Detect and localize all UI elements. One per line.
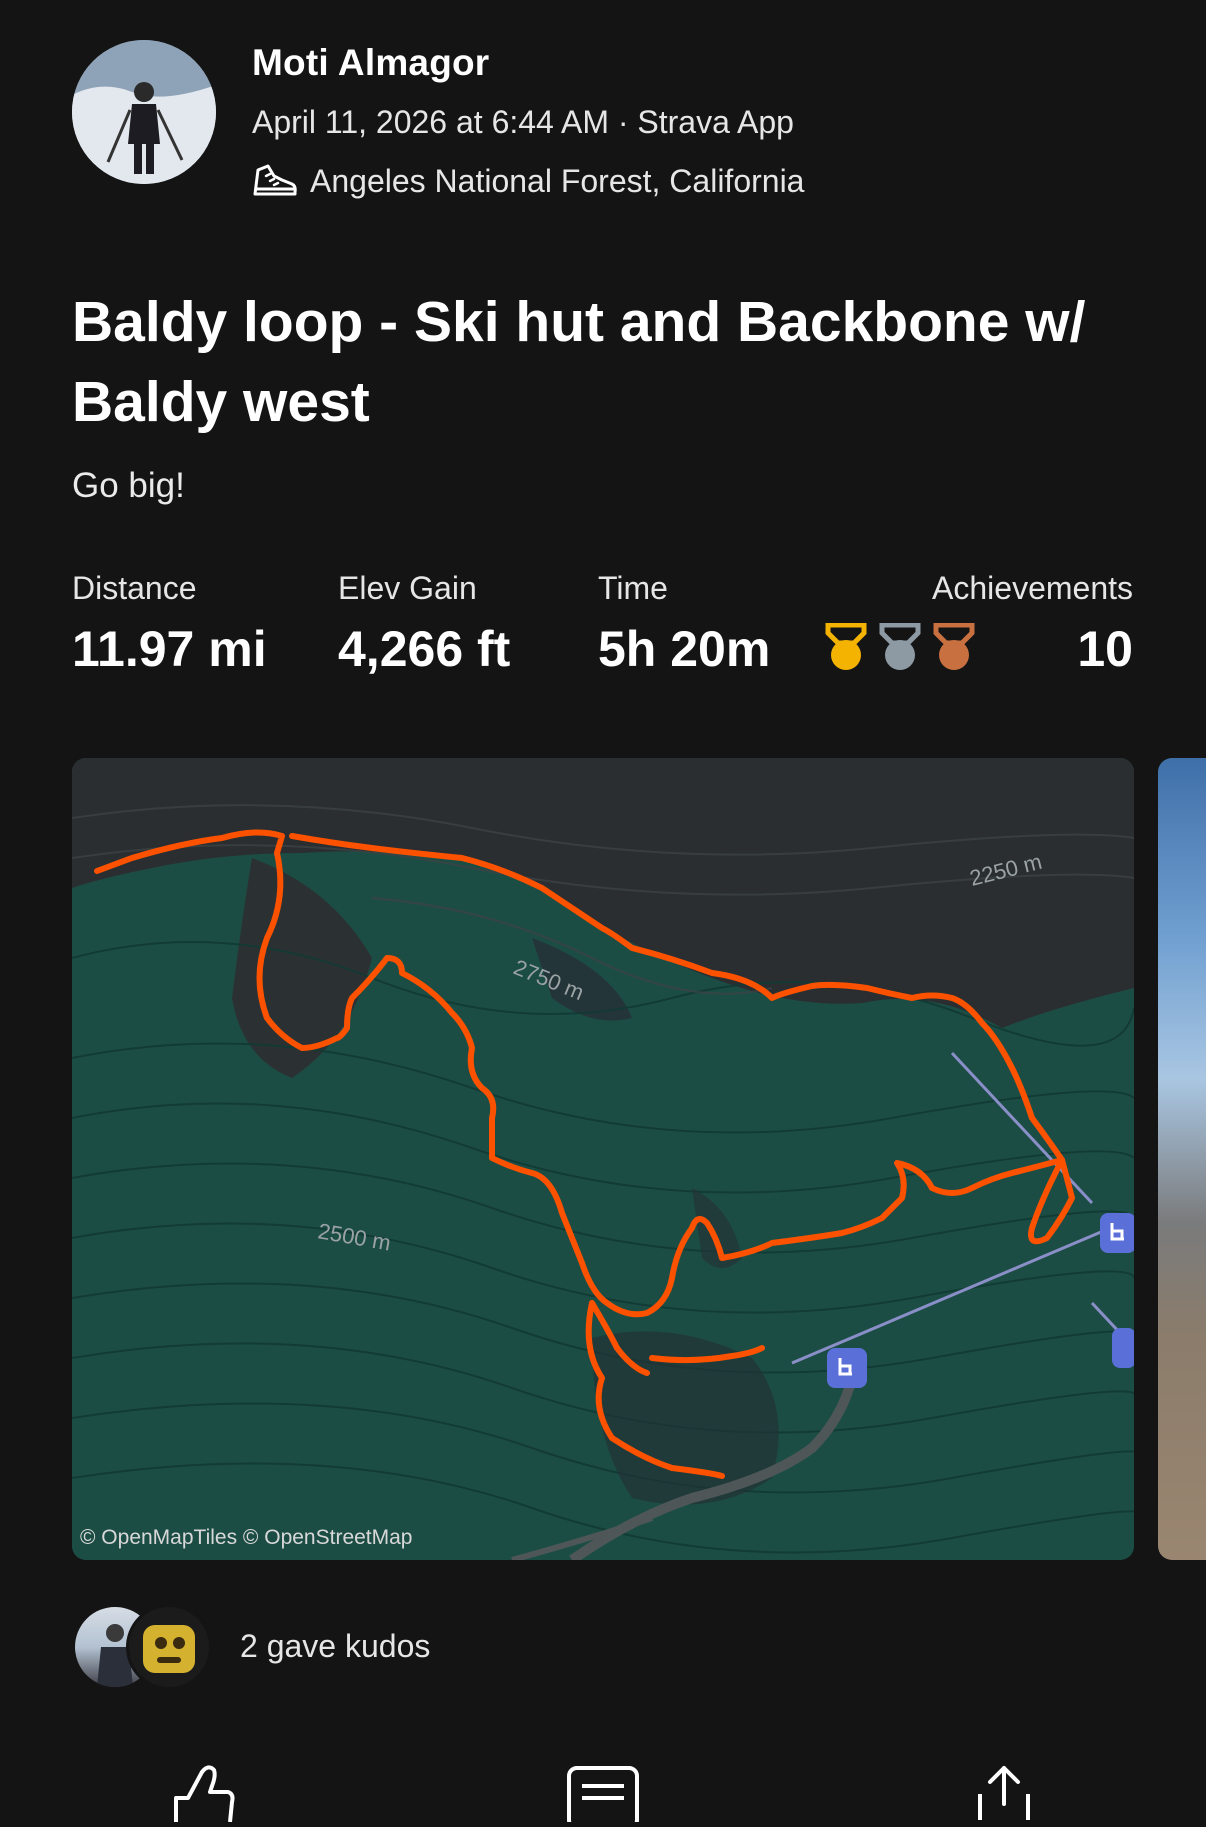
- location-row: Angeles National Forest, California: [252, 160, 804, 202]
- activity-description: Go big!: [72, 466, 185, 505]
- avatar-photo: [72, 40, 216, 184]
- share-icon: [978, 1766, 1030, 1826]
- share-button[interactable]: [972, 1764, 1036, 1826]
- kudos-button[interactable]: [168, 1762, 238, 1827]
- bronze-medal-icon: [933, 623, 975, 670]
- elev-gain-value: 4,266 ft: [338, 621, 511, 677]
- activity-date-source: April 11, 2026 at 6:44 AM · Strava App: [252, 104, 794, 140]
- athlete-name[interactable]: Moti Almagor: [252, 42, 489, 84]
- achievement-medals[interactable]: [822, 623, 978, 673]
- gold-medal-icon: [825, 623, 867, 670]
- kudos-avatars[interactable]: [72, 1604, 222, 1690]
- avatar: [126, 1604, 212, 1690]
- achievements-count[interactable]: 10: [1077, 620, 1133, 678]
- map-canvas: 2250 m 2750 m 2500 m: [72, 758, 1134, 1560]
- route-map[interactable]: 2250 m 2750 m 2500 m © OpenMapTiles © Op…: [72, 758, 1134, 1560]
- time-value: 5h 20m: [598, 621, 771, 677]
- silver-medal-icon: [879, 623, 921, 670]
- chairlift-icon: [1112, 1328, 1134, 1368]
- avatar-photo: [143, 1625, 195, 1673]
- athlete-avatar[interactable]: [72, 40, 216, 184]
- map-attribution[interactable]: © OpenMapTiles © OpenStreetMap: [80, 1526, 412, 1550]
- activity-location: Angeles National Forest, California: [310, 162, 805, 199]
- hiking-shoe-icon: [253, 164, 297, 196]
- distance-label: Distance: [72, 570, 197, 606]
- chairlift-icon: [1100, 1213, 1134, 1253]
- comment-icon: [567, 1766, 639, 1827]
- time-label: Time: [598, 570, 668, 606]
- distance-value: 11.97 mi: [72, 621, 267, 677]
- kudos-count[interactable]: 2 gave kudos: [240, 1628, 430, 1665]
- chairlift-icon: [827, 1348, 867, 1388]
- achievements-label[interactable]: Achievements: [932, 570, 1133, 607]
- activity-title[interactable]: Baldy loop - Ski hut and Backbone w/ Bal…: [72, 282, 1132, 442]
- comment-button[interactable]: [566, 1762, 640, 1827]
- elev-gain-label: Elev Gain: [338, 570, 477, 606]
- activity-photo[interactable]: [1158, 758, 1206, 1560]
- kudos-thumb-icon: [174, 1765, 235, 1823]
